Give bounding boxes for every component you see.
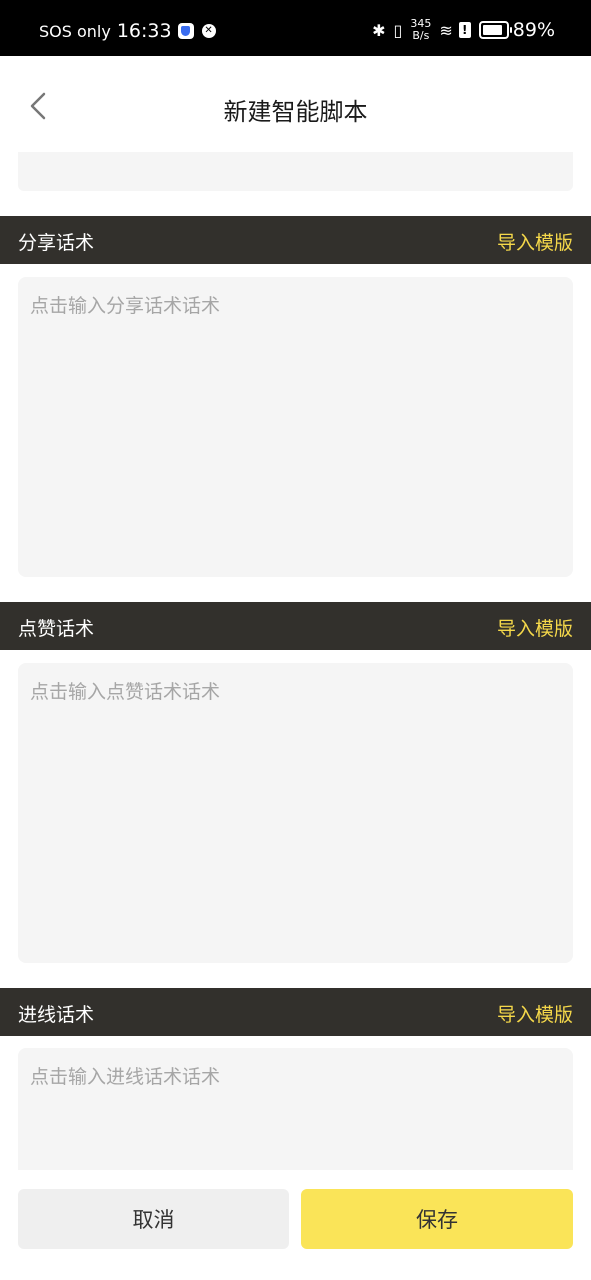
status-bar-left: SOS only 16:33 ✕ xyxy=(39,20,216,42)
alert-icon: ! xyxy=(458,22,471,38)
textarea-placeholder: 点击输入点赞话术话术 xyxy=(30,681,221,703)
battery-percent: 89% xyxy=(512,19,555,41)
clock: 16:33 xyxy=(116,20,172,42)
network-speed: 345 B/s xyxy=(410,18,431,42)
section-header-lead: 进线话术 导入模版 xyxy=(0,988,591,1036)
wifi-icon: ≋ xyxy=(439,20,453,40)
network-speed-unit: B/s xyxy=(412,29,430,42)
carrier-text: SOS only xyxy=(39,21,111,41)
section-title: 分享话术 xyxy=(18,232,95,254)
page-title: 新建智能脚本 xyxy=(223,98,368,126)
bottom-action-bar: 取消 保存 xyxy=(0,1170,591,1280)
section-title: 进线话术 xyxy=(18,1004,95,1026)
share-script-textarea[interactable]: 点击输入分享话术话术 xyxy=(18,277,573,577)
textarea-placeholder: 点击输入进线话术话术 xyxy=(30,1066,221,1088)
header: 新建智能脚本 xyxy=(0,56,591,152)
status-bar: SOS only 16:33 ✕ ✱ ▯ 345 B/s ≋ ! 89% xyxy=(0,0,591,56)
shield-icon xyxy=(177,23,194,39)
vibrate-icon: ▯ xyxy=(393,20,403,40)
status-bar-right: ✱ ▯ 345 B/s ≋ ! 89% xyxy=(372,18,555,42)
battery-icon xyxy=(478,21,512,39)
like-script-textarea[interactable]: 点击输入点赞话术话术 xyxy=(18,663,573,963)
save-button[interactable]: 保存 xyxy=(301,1189,573,1249)
top-input-box[interactable] xyxy=(18,152,573,191)
import-template-button[interactable]: 导入模版 xyxy=(497,228,573,255)
cancel-button[interactable]: 取消 xyxy=(18,1189,289,1249)
section-header-share: 分享话术 导入模版 xyxy=(0,216,591,264)
import-template-button[interactable]: 导入模版 xyxy=(497,1000,573,1027)
section-title: 点赞话术 xyxy=(18,618,95,640)
bluetooth-icon: ✱ xyxy=(372,20,386,40)
section-header-like: 点赞话术 导入模版 xyxy=(0,602,591,650)
import-template-button[interactable]: 导入模版 xyxy=(497,614,573,641)
close-circle-icon: ✕ xyxy=(201,24,216,38)
textarea-placeholder: 点击输入分享话术话术 xyxy=(30,295,221,317)
